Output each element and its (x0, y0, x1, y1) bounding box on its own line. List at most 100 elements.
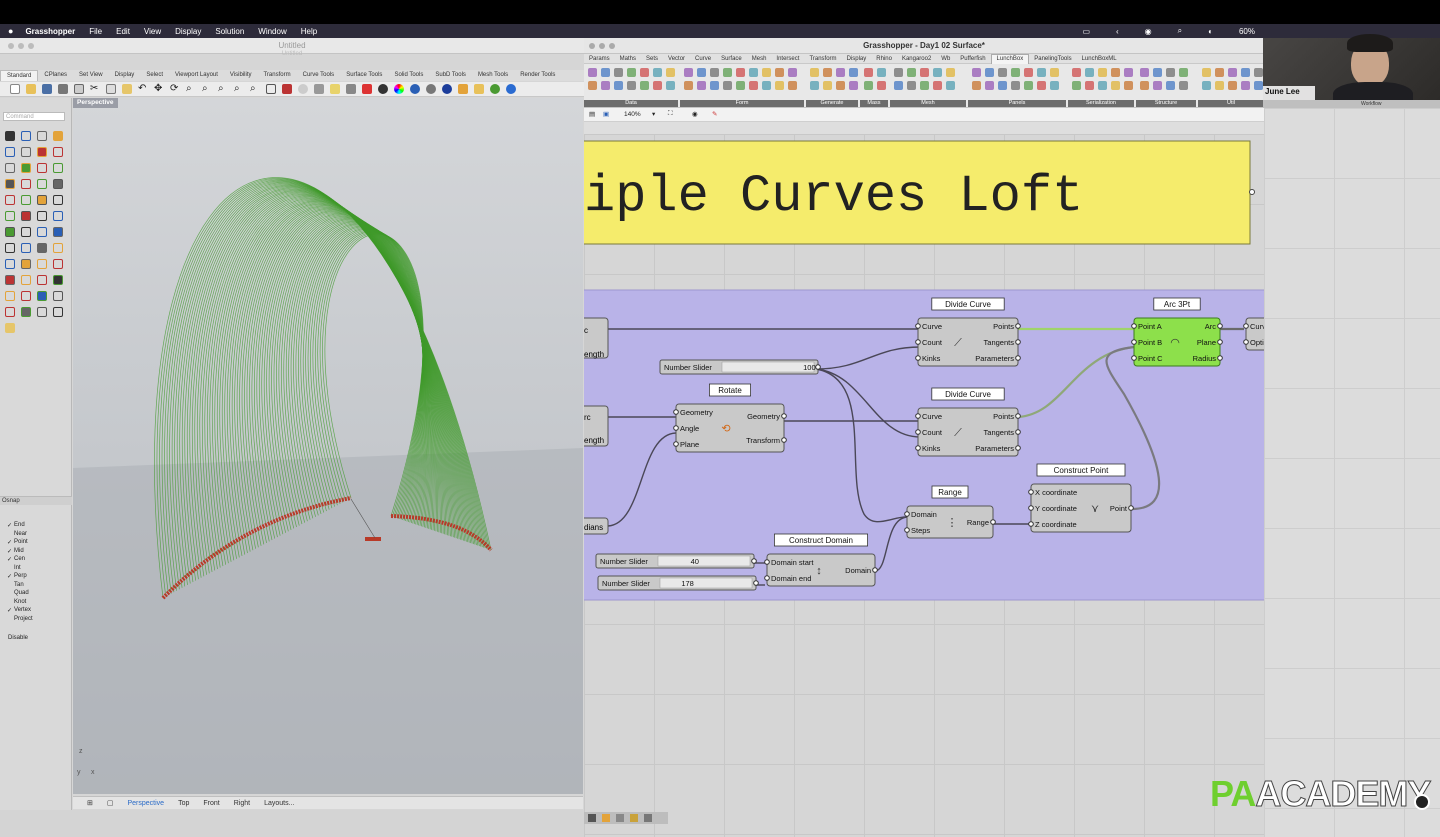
osnap-mid[interactable]: ✓ Mid (7, 548, 24, 555)
menu-help[interactable]: Help (301, 27, 317, 36)
tab-set-view[interactable]: Set View (73, 70, 109, 81)
output-grip[interactable] (1217, 323, 1223, 329)
component-icon[interactable] (697, 81, 706, 90)
status-icon-4[interactable] (630, 814, 638, 822)
gh-tab-display[interactable]: Display (842, 56, 872, 62)
component-icon[interactable] (920, 81, 929, 90)
component-icon[interactable] (998, 81, 1007, 90)
component-icon[interactable] (1254, 68, 1263, 77)
copy-icon[interactable] (106, 84, 116, 94)
gear-icon[interactable] (474, 84, 484, 94)
checkbox-icon[interactable] (7, 590, 12, 596)
component-icon[interactable] (588, 81, 597, 90)
output-grip[interactable] (1217, 355, 1223, 361)
partial-component-2[interactable]: rc ength (584, 405, 609, 447)
osnap-vertex[interactable]: ✓ Vertex (7, 607, 31, 614)
component-icon[interactable] (823, 68, 832, 77)
component-icon[interactable] (1072, 68, 1081, 77)
material-icon[interactable] (426, 84, 436, 94)
number-slider[interactable]: Number Slider 40 (595, 553, 757, 569)
osnap-project[interactable]: Project (7, 616, 33, 622)
component-icon[interactable] (653, 81, 662, 90)
rhino-tool-icon[interactable] (37, 179, 47, 189)
component-icon[interactable] (788, 81, 797, 90)
component-icon[interactable] (1098, 68, 1107, 77)
tab-mesh-tools[interactable]: Mesh Tools (472, 70, 514, 81)
component-icon[interactable] (601, 68, 610, 77)
component-icon[interactable] (762, 68, 771, 77)
gh-tab-surface[interactable]: Surface (716, 56, 747, 62)
shield-icon[interactable] (362, 84, 372, 94)
component-icon[interactable] (894, 68, 903, 77)
component-icon[interactable] (1111, 81, 1120, 90)
osnap-point[interactable]: ✓ Point (7, 539, 28, 546)
slider-value[interactable]: 100 (803, 363, 816, 372)
view-tab-right[interactable]: Right (234, 800, 250, 807)
properties-icon[interactable] (74, 84, 84, 94)
component-icon[interactable] (1215, 68, 1224, 77)
component-icon[interactable] (933, 81, 942, 90)
osnap-end[interactable]: ✓ End (7, 522, 25, 529)
component-icon[interactable] (1098, 81, 1107, 90)
render-icon[interactable] (442, 84, 452, 94)
input-grip[interactable] (673, 425, 679, 431)
gh-tab-maths[interactable]: Maths (615, 56, 641, 62)
rhino-tool-icon[interactable] (5, 307, 15, 317)
rhino-tool-icon[interactable] (37, 227, 47, 237)
component-icon[interactable] (810, 81, 819, 90)
tab-subd-tools[interactable]: SubD Tools (429, 70, 472, 81)
rhino-tool-icon[interactable] (53, 243, 63, 253)
minimize-icon[interactable] (18, 43, 24, 49)
checkbox-icon[interactable] (7, 616, 12, 622)
partial-component-3[interactable]: dians (584, 517, 609, 535)
rhino-tool-icon[interactable] (5, 179, 15, 189)
input-grip[interactable] (1131, 339, 1137, 345)
output-grip[interactable] (1015, 429, 1021, 435)
sphere-icon[interactable] (378, 84, 388, 94)
component-cpoint[interactable]: Construct Point X coordinate Y coordinate Z… (1028, 463, 1134, 533)
color-wheel-icon[interactable] (394, 84, 404, 94)
rotate-view-icon[interactable]: ⟳ (170, 84, 180, 94)
view-tab-front[interactable]: Front (203, 800, 219, 807)
component-icon[interactable] (849, 68, 858, 77)
component-icon[interactable] (1124, 81, 1133, 90)
rhino-tool-icon[interactable] (53, 195, 63, 205)
save-icon[interactable]: ▣ (603, 110, 609, 118)
component-icon[interactable] (588, 68, 597, 77)
component-icon[interactable] (946, 81, 955, 90)
slider-track[interactable] (721, 361, 815, 373)
search-icon[interactable]: ⌕ (1178, 26, 1182, 36)
input-grip[interactable] (673, 441, 679, 447)
component-icon[interactable] (1011, 81, 1020, 90)
component-icon[interactable] (972, 68, 981, 77)
component-icon[interactable] (749, 81, 758, 90)
osnap-near[interactable]: Near (7, 531, 27, 537)
rhino-tool-icon[interactable] (5, 147, 15, 157)
component-icon[interactable] (1202, 81, 1211, 90)
output-grip[interactable] (1015, 413, 1021, 419)
cplane-icon[interactable] (282, 84, 292, 94)
rhino-tool-icon[interactable] (37, 307, 47, 317)
wifi-icon[interactable]: ◉ (1145, 27, 1152, 36)
component-icon[interactable] (1111, 68, 1120, 77)
component-icon[interactable] (1153, 68, 1162, 77)
input-grip[interactable] (1028, 505, 1034, 511)
component-icon[interactable] (1140, 81, 1149, 90)
output-grip[interactable] (1015, 445, 1021, 451)
component-icon[interactable] (985, 81, 994, 90)
component-icon[interactable] (710, 68, 719, 77)
component-icon[interactable] (1179, 68, 1188, 77)
rhino-tool-icon[interactable] (37, 195, 47, 205)
zoom-level[interactable]: 140% (624, 111, 641, 118)
rhino-tool-icon[interactable] (21, 131, 31, 141)
checkbox-icon[interactable]: ✓ (7, 573, 12, 580)
checkbox-icon[interactable]: ✓ (7, 522, 12, 529)
status-icon-5[interactable] (644, 814, 652, 822)
rhino-tool-icon[interactable] (21, 195, 31, 205)
rhino-tool-icon[interactable] (21, 259, 31, 269)
component-icon[interactable] (697, 68, 706, 77)
new-file-icon[interactable] (10, 84, 20, 94)
checkbox-icon[interactable]: ✓ (7, 539, 12, 546)
component-icon[interactable] (864, 81, 873, 90)
osnap-cen[interactable]: ✓ Cen (7, 556, 25, 563)
